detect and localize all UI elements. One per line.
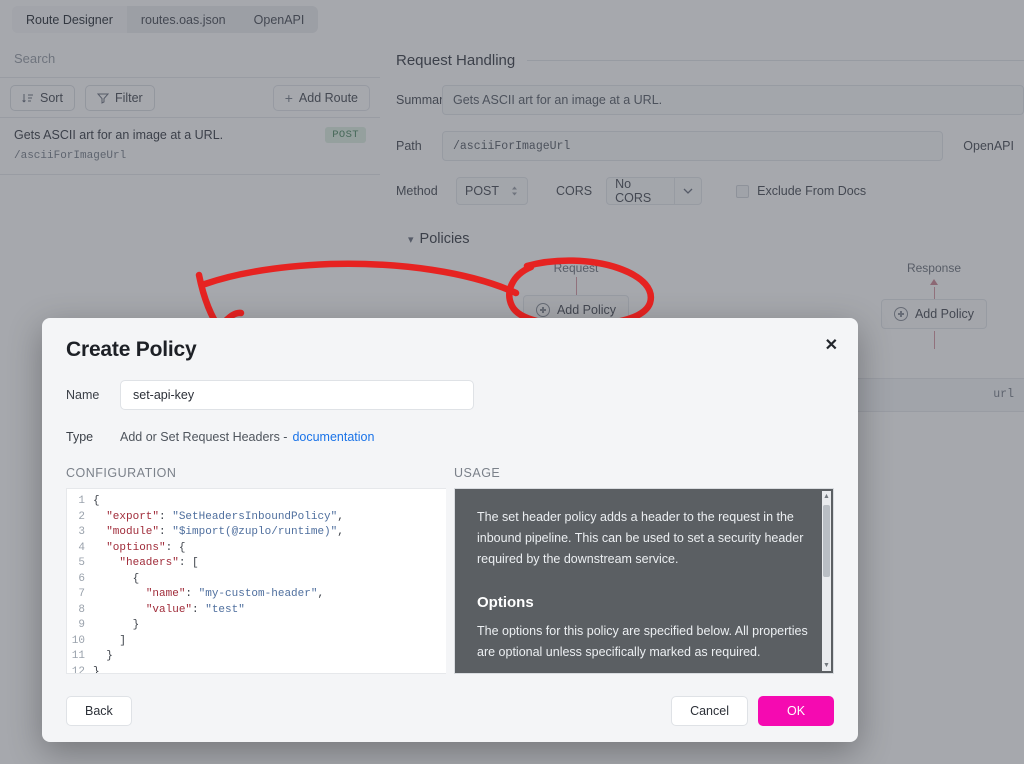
create-policy-dialog: Create Policy ✕ Name set-api-key Type Ad… — [42, 318, 858, 742]
configuration-panel: CONFIGURATION 1 2 3 4 5 6 7 8 9 10 11 12 { "export"… — [66, 466, 446, 674]
scrollbar-thumb[interactable] — [823, 505, 830, 577]
usage-scrollbar[interactable]: ▲ ▼ — [822, 491, 831, 671]
usage-paragraph-2: The options for this policy are specifie… — [477, 624, 808, 659]
dialog-body: Name set-api-key Type Add or Set Request… — [42, 362, 858, 674]
close-icon[interactable]: ✕ — [825, 338, 838, 354]
dialog-header: Create Policy ✕ — [42, 318, 858, 362]
dialog-footer: Back Cancel OK — [42, 682, 858, 742]
scroll-up-icon[interactable]: ▲ — [822, 493, 831, 500]
usage-content-box: The set header policy adds a header to t… — [454, 488, 834, 674]
documentation-link[interactable]: documentation — [292, 430, 374, 444]
scroll-down-icon[interactable]: ▼ — [822, 662, 831, 669]
usage-header: USAGE — [454, 466, 501, 480]
usage-paragraph-1: The set header policy adds a header to t… — [477, 510, 804, 566]
name-row: Name set-api-key — [66, 380, 834, 410]
configuration-header: CONFIGURATION — [66, 466, 177, 480]
back-button[interactable]: Back — [66, 696, 132, 726]
type-row: Type Add or Set Request Headers - docume… — [66, 430, 834, 444]
code-content: { "export": "SetHeadersInboundPolicy", "… — [93, 495, 344, 674]
policy-name-input[interactable]: set-api-key — [120, 380, 474, 410]
usage-options-heading: Options — [477, 594, 534, 611]
screen-root: Route Designer routes.oas.json OpenAPI S… — [0, 0, 1024, 764]
policy-name-value: set-api-key — [133, 388, 195, 402]
cancel-button[interactable]: Cancel — [671, 696, 748, 726]
usage-text: The set header policy adds a header to t… — [455, 489, 833, 673]
ok-button[interactable]: OK — [758, 696, 834, 726]
code-gutter: 1 2 3 4 5 6 7 8 9 10 11 12 — [71, 495, 85, 674]
configuration-code-editor[interactable]: 1 2 3 4 5 6 7 8 9 10 11 12 { "export": "SetHeadersI… — [66, 488, 446, 674]
name-label: Name — [66, 388, 100, 402]
type-label: Type — [66, 430, 94, 444]
dialog-panels: CONFIGURATION 1 2 3 4 5 6 7 8 9 10 11 12 { "export"… — [66, 466, 834, 674]
policy-type-value: Add or Set Request Headers - — [120, 430, 288, 444]
dialog-title: Create Policy — [66, 338, 197, 361]
footer-right-actions: Cancel OK — [671, 696, 834, 726]
usage-panel: USAGE The set header policy adds a heade… — [454, 466, 834, 674]
